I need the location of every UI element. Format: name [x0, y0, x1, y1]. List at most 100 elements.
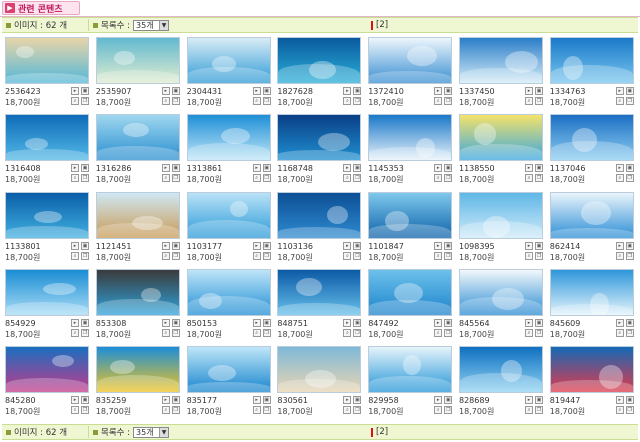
detail-button[interactable]: ▸ — [525, 396, 533, 405]
copy-icon[interactable]: ❐ — [171, 97, 180, 105]
zoom-icon[interactable]: ⌕ — [343, 174, 352, 183]
copy-icon[interactable]: ❐ — [262, 251, 271, 260]
thumbnail-image[interactable] — [368, 268, 453, 316]
zoom-icon[interactable]: ⌕ — [343, 406, 352, 415]
cart-button[interactable]: ▣ — [171, 396, 180, 405]
copy-icon[interactable]: ❐ — [353, 328, 362, 337]
thumbnail-image[interactable] — [277, 268, 362, 316]
zoom-icon[interactable]: ⌕ — [434, 328, 443, 337]
copy-icon[interactable]: ❐ — [171, 251, 180, 260]
detail-button[interactable]: ▸ — [615, 87, 624, 95]
copy-icon[interactable]: ❐ — [353, 251, 362, 260]
zoom-icon[interactable]: ⌕ — [434, 97, 443, 105]
cart-button[interactable]: ▣ — [262, 164, 271, 173]
cart-button[interactable]: ▣ — [625, 318, 634, 327]
detail-button[interactable]: ▸ — [434, 87, 443, 95]
detail-button[interactable]: ▸ — [252, 87, 261, 95]
copy-icon[interactable]: ❐ — [81, 328, 89, 337]
zoom-icon[interactable]: ⌕ — [434, 406, 443, 415]
thumbnail-image[interactable] — [549, 268, 634, 316]
copy-icon[interactable]: ❐ — [262, 406, 271, 415]
cart-button[interactable]: ▣ — [625, 164, 634, 173]
copy-icon[interactable]: ❐ — [353, 406, 362, 415]
cart-button[interactable]: ▣ — [81, 87, 89, 95]
zoom-icon[interactable]: ⌕ — [615, 406, 624, 415]
zoom-icon[interactable]: ⌕ — [525, 406, 533, 415]
cart-button[interactable]: ▣ — [353, 396, 362, 405]
thumbnail-image[interactable] — [186, 268, 271, 316]
thumbnail-image[interactable] — [368, 37, 453, 84]
detail-button[interactable]: ▸ — [71, 318, 79, 327]
copy-icon[interactable]: ❐ — [625, 97, 634, 105]
thumbnail-image[interactable] — [459, 346, 543, 394]
zoom-icon[interactable]: ⌕ — [343, 251, 352, 260]
cart-button[interactable]: ▣ — [262, 318, 271, 327]
zoom-icon[interactable]: ⌕ — [525, 174, 533, 183]
cart-button[interactable]: ▣ — [625, 87, 634, 95]
copy-icon[interactable]: ❐ — [171, 174, 180, 183]
detail-button[interactable]: ▸ — [615, 318, 624, 327]
cart-button[interactable]: ▣ — [444, 241, 453, 250]
thumbnail-image[interactable] — [277, 37, 362, 84]
zoom-icon[interactable]: ⌕ — [252, 97, 261, 105]
copy-icon[interactable]: ❐ — [535, 97, 543, 105]
detail-button[interactable]: ▸ — [161, 396, 170, 405]
cart-button[interactable]: ▣ — [171, 318, 180, 327]
zoom-icon[interactable]: ⌕ — [343, 328, 352, 337]
thumbnail-image[interactable] — [368, 191, 453, 239]
detail-button[interactable]: ▸ — [71, 87, 79, 95]
detail-button[interactable]: ▸ — [252, 164, 261, 173]
thumbnail-image[interactable] — [277, 346, 362, 394]
cart-button[interactable]: ▣ — [353, 318, 362, 327]
copy-icon[interactable]: ❐ — [444, 174, 453, 183]
thumbnail-image[interactable] — [277, 191, 362, 239]
thumbnail-image[interactable] — [549, 114, 634, 162]
list-count-select[interactable]: 35개 ▼ — [133, 19, 170, 31]
copy-icon[interactable]: ❐ — [444, 328, 453, 337]
cart-button[interactable]: ▣ — [171, 164, 180, 173]
cart-button[interactable]: ▣ — [81, 318, 89, 327]
zoom-icon[interactable]: ⌕ — [161, 97, 170, 105]
thumbnail-image[interactable] — [5, 114, 89, 162]
zoom-icon[interactable]: ⌕ — [161, 406, 170, 415]
cart-button[interactable]: ▣ — [535, 164, 543, 173]
cart-button[interactable]: ▣ — [535, 241, 543, 250]
detail-button[interactable]: ▸ — [343, 87, 352, 95]
detail-button[interactable]: ▸ — [161, 87, 170, 95]
thumbnail-image[interactable] — [459, 191, 543, 239]
thumbnail-image[interactable] — [549, 191, 634, 239]
zoom-icon[interactable]: ⌕ — [252, 328, 261, 337]
copy-icon[interactable]: ❐ — [625, 174, 634, 183]
thumbnail-image[interactable] — [5, 346, 89, 394]
copy-icon[interactable]: ❐ — [535, 251, 543, 260]
cart-button[interactable]: ▣ — [171, 241, 180, 250]
zoom-icon[interactable]: ⌕ — [525, 251, 533, 260]
zoom-icon[interactable]: ⌕ — [71, 174, 79, 183]
thumbnail-image[interactable] — [95, 114, 180, 162]
current-page[interactable]: [2] — [376, 427, 388, 437]
thumbnail-image[interactable] — [95, 268, 180, 316]
thumbnail-image[interactable] — [186, 114, 271, 162]
cart-button[interactable]: ▣ — [81, 164, 89, 173]
zoom-icon[interactable]: ⌕ — [615, 328, 624, 337]
zoom-icon[interactable]: ⌕ — [525, 97, 533, 105]
thumbnail-image[interactable] — [368, 346, 453, 394]
thumbnail-image[interactable] — [459, 114, 543, 162]
zoom-icon[interactable]: ⌕ — [615, 174, 624, 183]
thumbnail-image[interactable] — [549, 346, 634, 394]
detail-button[interactable]: ▸ — [434, 396, 443, 405]
cart-button[interactable]: ▣ — [444, 164, 453, 173]
detail-button[interactable]: ▸ — [525, 87, 533, 95]
detail-button[interactable]: ▸ — [343, 241, 352, 250]
cart-button[interactable]: ▣ — [625, 241, 634, 250]
detail-button[interactable]: ▸ — [71, 241, 79, 250]
cart-button[interactable]: ▣ — [353, 164, 362, 173]
copy-icon[interactable]: ❐ — [171, 328, 180, 337]
cart-button[interactable]: ▣ — [535, 87, 543, 95]
detail-button[interactable]: ▸ — [161, 241, 170, 250]
cart-button[interactable]: ▣ — [262, 87, 271, 95]
zoom-icon[interactable]: ⌕ — [71, 406, 79, 415]
copy-icon[interactable]: ❐ — [535, 328, 543, 337]
cart-button[interactable]: ▣ — [625, 396, 634, 405]
detail-button[interactable]: ▸ — [434, 164, 443, 173]
